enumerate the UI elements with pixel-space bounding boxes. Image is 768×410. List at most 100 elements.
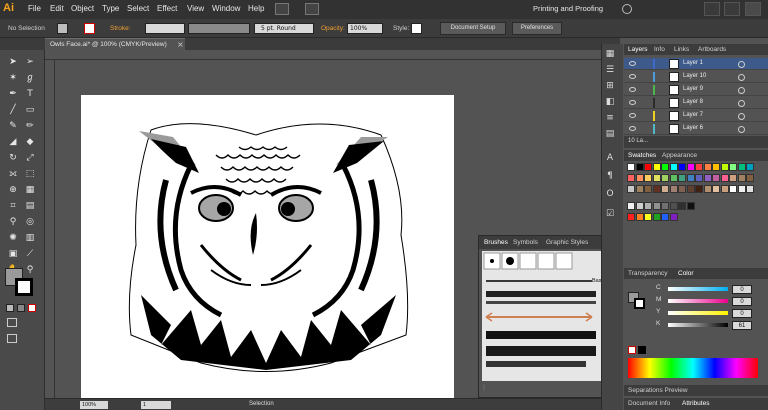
color-stroke-box[interactable] — [634, 298, 645, 309]
layer-name[interactable]: Layer 7 — [683, 112, 703, 118]
lasso-tool-icon[interactable]: ℊ — [24, 72, 36, 84]
swatch[interactable] — [703, 163, 712, 171]
fill-swatch[interactable] — [57, 23, 68, 34]
layer-name[interactable]: Layer 8 — [683, 99, 703, 105]
slider-value-input[interactable]: 61 — [732, 321, 752, 330]
eraser-tool-icon[interactable]: ◆ — [24, 136, 36, 148]
shape-builder-tool-icon[interactable]: ⊕ — [7, 184, 19, 196]
document-setup-button[interactable]: Document Setup — [440, 22, 506, 35]
stroke-swatch[interactable] — [84, 23, 95, 34]
menu-edit[interactable]: Edit — [50, 4, 64, 13]
align-icon[interactable]: ☰ — [603, 64, 617, 76]
layer-target-icon[interactable] — [738, 100, 745, 107]
none-mode-button[interactable] — [28, 304, 36, 312]
color-slider[interactable] — [668, 323, 728, 327]
layer-target-icon[interactable] — [738, 61, 745, 68]
brush-definition[interactable]: 5 pt. Round — [254, 23, 314, 34]
swatch[interactable] — [627, 174, 635, 182]
swatch[interactable] — [729, 163, 737, 171]
layer-name[interactable]: Layer 9 — [683, 86, 703, 92]
artboard-tool-icon[interactable]: ▣ — [7, 248, 19, 260]
swatch[interactable] — [746, 163, 754, 171]
swatch[interactable] — [644, 174, 652, 182]
column-graph-tool-icon[interactable]: ▥ — [24, 232, 36, 244]
swatch[interactable] — [669, 174, 678, 182]
tab-layers[interactable]: Layers — [628, 46, 648, 53]
menu-help[interactable]: Help — [248, 4, 264, 13]
slider-value-input[interactable]: 0 — [732, 285, 752, 294]
menu-effect[interactable]: Effect — [157, 4, 177, 13]
width-tool-icon[interactable]: ⟗ — [7, 168, 19, 180]
menu-window[interactable]: Window — [212, 4, 240, 13]
swatch[interactable] — [627, 213, 635, 221]
swatch[interactable] — [737, 174, 746, 182]
screen-mode-icon[interactable] — [7, 334, 17, 343]
preferences-button[interactable]: Preferences — [512, 22, 562, 35]
swatch[interactable] — [635, 185, 644, 193]
swatch[interactable] — [686, 185, 695, 193]
color-spectrum[interactable] — [628, 358, 758, 378]
visibility-eye-icon[interactable] — [629, 87, 636, 92]
arrange-documents-button[interactable] — [305, 3, 319, 15]
workspace-switcher[interactable]: Printing and Proofing — [533, 4, 603, 13]
opentype-icon[interactable]: O — [603, 188, 617, 200]
gradient-tool-icon[interactable]: ▤ — [24, 200, 36, 212]
stroke-panel-icon[interactable]: ≡ — [603, 112, 617, 124]
layer-row[interactable]: Layer 9 — [624, 84, 768, 96]
variable-width-profile[interactable] — [188, 23, 250, 34]
visibility-eye-icon[interactable] — [629, 61, 636, 66]
paintbrush-tool-icon[interactable]: ✎ — [7, 120, 19, 132]
slider-value-input[interactable]: 0 — [732, 297, 752, 306]
swatch[interactable] — [678, 174, 686, 182]
layer-target-icon[interactable] — [738, 126, 745, 133]
blend-tool-icon[interactable]: ◎ — [24, 216, 36, 228]
menu-file[interactable]: File — [28, 4, 41, 13]
vertical-ruler[interactable] — [45, 60, 55, 398]
color-mode-button[interactable] — [6, 304, 14, 312]
gradient-mode-button[interactable] — [17, 304, 25, 312]
symbol-sprayer-tool-icon[interactable]: ✺ — [7, 232, 19, 244]
layer-target-icon[interactable] — [738, 113, 745, 120]
swatch[interactable] — [635, 202, 644, 210]
swatch[interactable] — [712, 185, 720, 193]
layer-target-icon[interactable] — [738, 74, 745, 81]
layer-row[interactable]: Layer 6 — [624, 123, 768, 135]
swatch[interactable] — [686, 174, 695, 182]
visibility-eye-icon[interactable] — [629, 113, 636, 118]
artboard-navigation[interactable]: 1 — [141, 401, 171, 409]
layer-name[interactable]: Layer 1 — [683, 60, 703, 66]
swatch[interactable] — [627, 163, 635, 171]
visibility-eye-icon[interactable] — [629, 74, 636, 79]
swatch[interactable] — [661, 185, 669, 193]
minimize-button[interactable] — [704, 2, 720, 16]
black-swatch[interactable] — [638, 346, 646, 354]
swatch[interactable] — [678, 163, 686, 171]
pencil-tool-icon[interactable]: ✏ — [24, 120, 36, 132]
swatch[interactable] — [729, 174, 737, 182]
tab-color[interactable]: Color — [678, 270, 694, 277]
swatch[interactable] — [635, 174, 644, 182]
blob-brush-tool-icon[interactable]: ◢ — [7, 136, 19, 148]
slider-value-input[interactable]: 0 — [732, 309, 752, 318]
color-guide-icon[interactable]: ▦ — [603, 48, 617, 60]
selection-tool-icon[interactable]: ➤ — [7, 56, 19, 68]
swatch[interactable] — [669, 202, 678, 210]
free-transform-tool-icon[interactable]: ⬚ — [24, 168, 36, 180]
maximize-button[interactable] — [724, 2, 740, 16]
swatch[interactable] — [737, 185, 746, 193]
tab-graphic-styles[interactable]: Graphic Styles — [546, 239, 588, 246]
swatch[interactable] — [635, 213, 644, 221]
stroke-label[interactable]: Stroke: — [110, 25, 131, 32]
draw-normal-icon[interactable] — [7, 318, 17, 327]
line-tool-icon[interactable]: ╱ — [7, 104, 19, 116]
swatch[interactable] — [712, 163, 720, 171]
mesh-tool-icon[interactable]: ⌗ — [7, 200, 19, 212]
status-tool[interactable]: Selection — [249, 401, 274, 407]
rotate-tool-icon[interactable]: ↻ — [7, 152, 19, 164]
swatch[interactable] — [644, 213, 652, 221]
swatch[interactable] — [627, 202, 635, 210]
zoom-tool-icon[interactable]: ⚲ — [24, 264, 36, 276]
swatch[interactable] — [703, 174, 712, 182]
swatch[interactable] — [720, 174, 729, 182]
menu-view[interactable]: View — [187, 4, 204, 13]
